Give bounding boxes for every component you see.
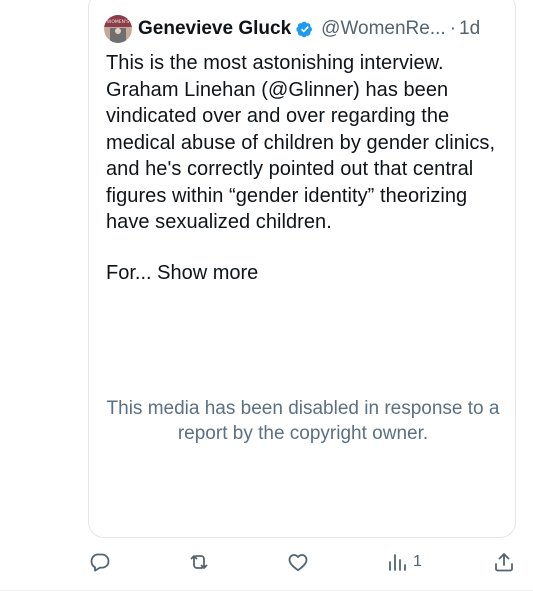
retweet-icon [190, 555, 208, 569]
reply-button[interactable] [88, 548, 116, 576]
author-handle[interactable]: @WomenRe... [321, 18, 446, 40]
media-disabled-notice: This media has been disabled in response… [106, 398, 500, 444]
author-name[interactable]: Genevieve Gluck [138, 18, 291, 40]
divider [0, 590, 533, 591]
reply-icon [90, 553, 110, 572]
views-button[interactable]: 1 [385, 548, 422, 576]
like-icon [288, 554, 308, 572]
truncated-text: For... [106, 262, 152, 284]
verified-badge-icon [296, 21, 313, 38]
avatar-logo-text: WOMEN'S [107, 19, 129, 25]
action-bar: 1 [0, 540, 533, 584]
share-button[interactable] [492, 548, 516, 576]
share-icon [495, 553, 513, 572]
tweet-timestamp[interactable]: 1d [459, 18, 480, 40]
views-icon [389, 554, 406, 571]
retweet-button[interactable] [187, 548, 215, 576]
avatar[interactable]: WOMEN'S [104, 15, 132, 43]
tweet-header: WOMEN'S Genevieve Gluck @WomenRe... · 1d [104, 14, 524, 44]
like-button[interactable] [286, 548, 314, 576]
show-more-link[interactable]: Show more [157, 262, 258, 284]
separator-dot: · [449, 18, 457, 39]
truncation-row: For... Show more [106, 260, 258, 286]
tweet-text: This is the most astonishing interview. … [106, 52, 496, 233]
views-count: 1 [413, 553, 422, 570]
